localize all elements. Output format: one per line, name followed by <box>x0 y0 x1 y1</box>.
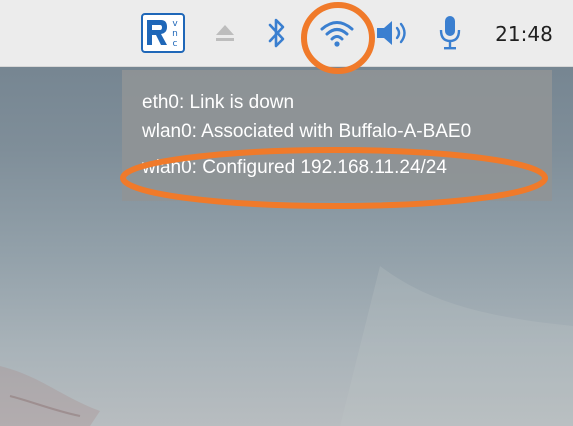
bluetooth-icon[interactable] <box>262 14 292 52</box>
eject-icon[interactable] <box>210 14 240 52</box>
wifi-icon[interactable] <box>312 14 362 52</box>
clock[interactable]: 21:48 <box>484 18 564 50</box>
vnc-letter-n: n <box>172 29 178 39</box>
vnc-letter-c: c <box>173 39 178 49</box>
microphone-icon[interactable] <box>432 14 468 52</box>
tooltip-line-wlan0-associated: wlan0: Associated with Buffalo-A-BAE0 <box>142 121 472 142</box>
tooltip-line-eth0: eth0: Link is down <box>142 92 295 113</box>
volume-icon[interactable] <box>372 14 416 52</box>
network-status-tooltip: eth0: Link is down wlan0: Associated wit… <box>122 70 552 201</box>
vnc-letter-v: v <box>172 19 178 29</box>
vnc-server-icon[interactable]: v n c <box>140 13 186 53</box>
tooltip-line-wlan0-configured: wlan0: Configured 192.168.11.24/24 <box>142 157 447 178</box>
desktop-screen: v n c 21:48 eth0: Link is down wlan0: As… <box>0 0 573 426</box>
top-panel: v n c 21:48 <box>0 0 573 67</box>
